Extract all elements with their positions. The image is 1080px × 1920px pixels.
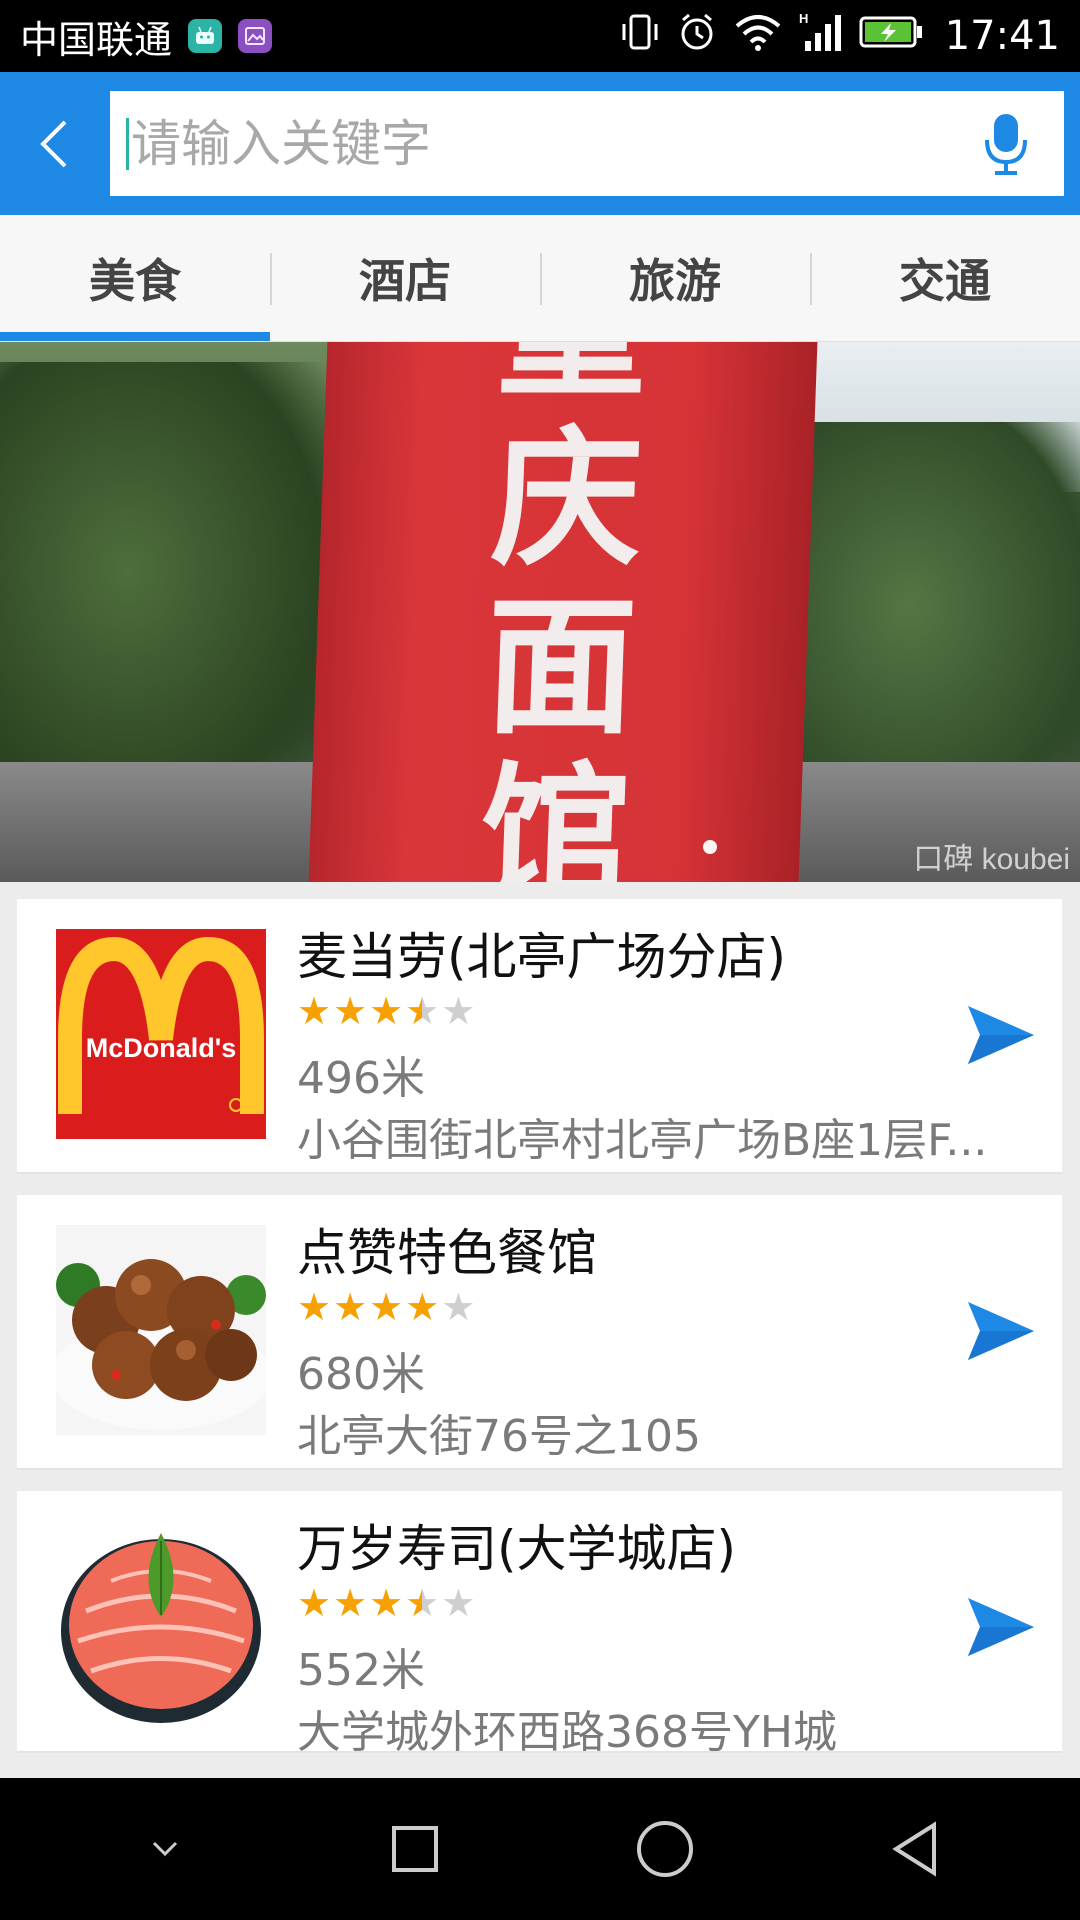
restaurant-address: 小谷围街北亭村北亭广场B座1层F... xyxy=(297,1115,988,1166)
restaurant-distance: 552米 xyxy=(297,1645,425,1696)
restaurant-name: 万岁寿司(大学城店) xyxy=(297,1520,737,1578)
svg-text:H: H xyxy=(799,11,808,26)
home-button[interactable] xyxy=(605,1789,725,1909)
sign-char: 馆 xyxy=(477,747,634,882)
status-bar: 中国联通 H 17:41 xyxy=(0,0,1080,72)
hide-keyboard-icon xyxy=(152,1841,178,1857)
hide-keyboard-button[interactable] xyxy=(105,1789,225,1909)
carousel-dot[interactable] xyxy=(703,840,717,854)
back-icon xyxy=(892,1821,936,1877)
tab-travel[interactable]: 旅游 xyxy=(540,215,810,341)
tab-food[interactable]: 美食 xyxy=(0,215,270,341)
wifi-icon xyxy=(733,12,783,61)
star-full-icon: ★ xyxy=(369,1285,404,1329)
microphone-icon xyxy=(985,113,1027,175)
star-full-icon: ★ xyxy=(405,1285,440,1329)
star-full-icon: ★ xyxy=(297,1581,332,1625)
sign-char: 庆 xyxy=(488,411,646,587)
navigate-button[interactable] xyxy=(966,1004,1036,1066)
restaurant-sign: 重 庆 面 馆 xyxy=(308,342,818,882)
back-nav-button[interactable] xyxy=(855,1789,975,1909)
category-tabs: 美食 酒店 旅游 交通 xyxy=(0,215,1080,342)
banner-watermark: 口碑 koubei xyxy=(913,843,1070,876)
star-empty-icon: ★ xyxy=(441,1285,476,1329)
star-empty-icon: ★ xyxy=(441,1581,476,1625)
status-right: H 17:41 xyxy=(619,11,1060,62)
navigate-arrow-icon xyxy=(968,1006,1034,1064)
alarm-icon xyxy=(677,12,717,61)
banner-carousel[interactable]: 重 庆 面 馆 口碑 koubei xyxy=(0,342,1080,882)
restaurant-name: 点赞特色餐馆 xyxy=(297,1224,597,1282)
gallery-icon xyxy=(238,19,273,53)
restaurant-distance: 680米 xyxy=(297,1349,425,1400)
restaurant-address: 大学城外环西路368号YH城 xyxy=(297,1707,837,1758)
search-input[interactable] xyxy=(131,114,976,173)
braised-pork-photo xyxy=(56,1225,266,1435)
status-left: 中国联通 xyxy=(20,9,273,64)
navigate-button[interactable] xyxy=(966,1300,1036,1362)
star-full-icon: ★ xyxy=(333,1581,368,1625)
restaurant-address: 北亭大街76号之105 xyxy=(297,1411,701,1462)
mcdonalds-logo: McDonald's xyxy=(56,929,266,1139)
sign-char: 面 xyxy=(482,579,640,755)
search-header xyxy=(0,72,1080,215)
recents-button[interactable] xyxy=(355,1789,475,1909)
star-full-icon: ★ xyxy=(297,1285,332,1329)
chevron-left-icon xyxy=(40,120,67,167)
restaurant-name: 麦当劳(北亭广场分店) xyxy=(297,928,787,986)
star-half-icon: ★ xyxy=(405,989,440,1033)
battery-charging-icon xyxy=(859,14,923,58)
star-full-icon: ★ xyxy=(333,1285,368,1329)
star-full-icon: ★ xyxy=(333,989,368,1033)
home-icon xyxy=(637,1821,693,1877)
tab-hotel[interactable]: 酒店 xyxy=(270,215,540,341)
text-cursor xyxy=(126,117,129,170)
rating-stars: ★ ★ ★ ★ ★ xyxy=(297,1287,475,1327)
star-empty-icon: ★ xyxy=(441,989,476,1033)
mcdonalds-logo-text: McDonald's xyxy=(86,1033,236,1063)
restaurant-distance: 496米 xyxy=(297,1053,425,1104)
star-half-icon: ★ xyxy=(405,1581,440,1625)
status-time: 17:41 xyxy=(944,13,1060,59)
list-item[interactable]: 点赞特色餐馆 ★ ★ ★ ★ ★ 680米 北亭大街76号之105 xyxy=(17,1195,1062,1470)
vibrate-icon xyxy=(619,12,661,61)
android-icon xyxy=(188,19,223,53)
search-box[interactable] xyxy=(110,91,1064,196)
signal-icon: H xyxy=(799,11,843,62)
navigate-button[interactable] xyxy=(966,1596,1036,1658)
star-full-icon: ★ xyxy=(369,989,404,1033)
system-nav-bar xyxy=(0,1778,1080,1920)
star-full-icon: ★ xyxy=(297,989,332,1033)
list-item[interactable]: McDonald's 麦当劳(北亭广场分店) ★ ★ ★ ★ ★ 496米 小谷… xyxy=(17,899,1062,1174)
voice-search-button[interactable] xyxy=(976,104,1036,184)
carrier-name: 中国联通 xyxy=(20,17,173,62)
rating-stars: ★ ★ ★ ★ ★ xyxy=(297,1583,475,1623)
salmon-sushi-photo xyxy=(56,1521,266,1731)
sign-char: 重 xyxy=(495,342,651,419)
rating-stars: ★ ★ ★ ★ ★ xyxy=(297,991,475,1031)
recents-icon xyxy=(392,1826,438,1872)
tab-transport[interactable]: 交通 xyxy=(810,215,1080,341)
star-full-icon: ★ xyxy=(369,1581,404,1625)
back-button[interactable] xyxy=(0,72,110,215)
navigate-arrow-icon xyxy=(968,1598,1034,1656)
list-item[interactable]: 万岁寿司(大学城店) ★ ★ ★ ★ ★ 552米 大学城外环西路368号YH城 xyxy=(17,1491,1062,1758)
navigate-arrow-icon xyxy=(968,1302,1034,1360)
